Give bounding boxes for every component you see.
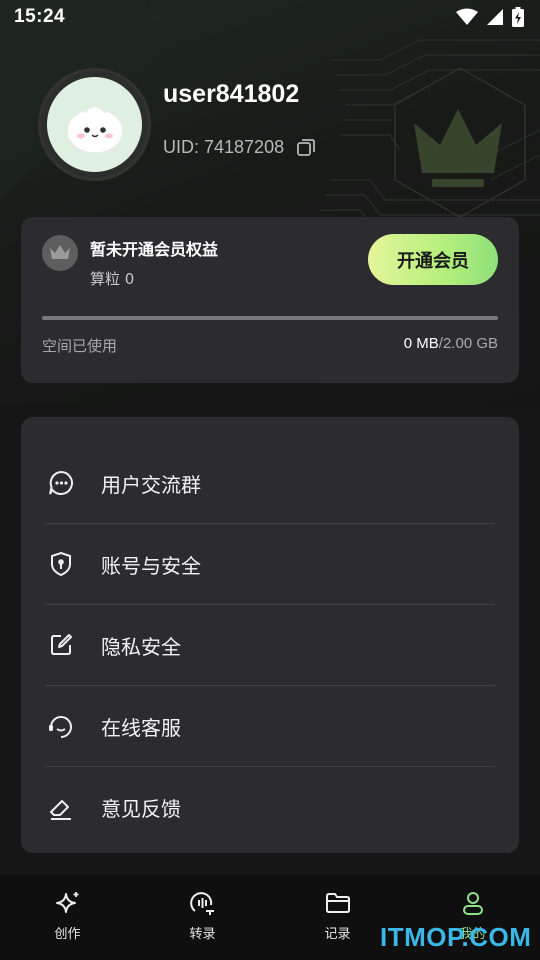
chat-bubble-icon [45,467,77,499]
menu-item-account-security[interactable]: 账号与安全 [45,524,495,605]
menu-item-privacy[interactable]: 隐私安全 [45,605,495,686]
menu-item-feedback[interactable]: 意见反馈 [45,767,495,848]
nav-label: 创作 [54,927,81,942]
sparkle-icon [55,892,78,913]
shield-lock-icon [45,548,77,580]
steamed-bun-avatar-icon [47,77,142,172]
menu-label: 账号与安全 [101,553,201,578]
copy-icon[interactable] [296,138,316,158]
avatar[interactable] [41,71,148,178]
status-time: 15:24 [14,6,66,27]
nav-label: 记录 [324,927,351,942]
menu-label: 隐私安全 [101,634,181,659]
storage-used: 0 MB [403,335,439,352]
uid-text: UID: 74187208 [163,137,285,157]
cellular-signal-icon [487,9,503,25]
nav-label: 转录 [189,927,216,942]
storage-total: /2.00 GB [438,335,498,352]
menu-item-customer-service[interactable]: 在线客服 [45,686,495,767]
username: user841802 [163,80,300,108]
settings-menu: 用户交流群 账号与安全 隐私安全 在线客服 意见反馈 [21,417,519,853]
profile-page: 15:24 user841802 UID: 74187208 暂未开通会员权益 … [0,0,540,960]
menu-item-user-group[interactable]: 用户交流群 [45,443,495,524]
uid-row: UID: 74187208 [163,137,316,158]
battery-charging-icon [512,7,524,27]
customer-service-icon [45,710,77,742]
storage-value: 0 MB/2.00 GB [404,335,498,352]
open-membership-button[interactable]: 开通会员 [368,234,498,285]
nav-tab-create[interactable]: 创作 [0,875,135,960]
wifi-icon [456,8,478,25]
status-icons [456,7,524,27]
menu-label: 意见反馈 [101,797,181,821]
membership-card: 暂未开通会员权益 算粒 0 开通会员 空间已使用 0 MB/2.00 GB [21,217,519,383]
eraser-feedback-icon [45,792,77,824]
menu-label: 在线客服 [101,715,181,740]
nav-tab-transcribe[interactable]: 转录 [135,875,270,960]
user-icon [462,892,483,915]
edit-note-icon [45,629,77,661]
status-bar: 15:24 [0,0,540,34]
transcribe-icon [189,892,214,915]
membership-status-title: 暂未开通会员权益 [90,240,219,259]
crown-badge-icon [42,235,78,271]
folder-icon [325,893,350,913]
crown-decoration-icon [414,109,502,187]
storage-progress-bar [42,316,498,320]
watermark-text: ITMOP.COM [380,922,532,952]
points-balance: 算粒 0 [90,270,135,288]
menu-label: 用户交流群 [101,472,201,497]
storage-label: 空间已使用 [42,337,118,355]
